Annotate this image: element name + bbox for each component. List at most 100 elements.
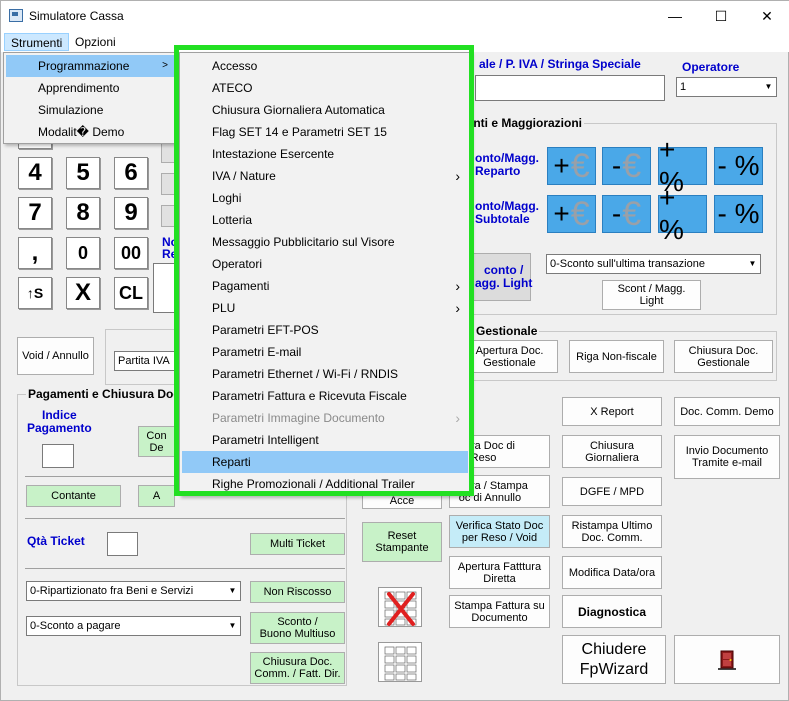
reset-stampante-button[interactable]: Reset Stampante — [362, 522, 442, 562]
maximize-button[interactable]: ☐ — [698, 1, 744, 31]
verifica-stato-doc-button[interactable]: Verifica Stato Doc per Reso / Void — [449, 515, 550, 548]
submenu-item[interactable]: Pagamenti › — [182, 275, 468, 297]
sconto-pagare-combo[interactable]: 0-Sconto a pagare ▼ — [26, 616, 241, 636]
exit-door-button[interactable] — [674, 635, 780, 684]
submenu-item[interactable]: Chiusura Giornaliera Automatica — [182, 99, 468, 121]
submenu-item[interactable]: Operatori — [182, 253, 468, 275]
submenu-item[interactable]: Loghi — [182, 187, 468, 209]
keypad-key-00[interactable]: 00 — [114, 237, 148, 269]
partita-iva-combo[interactable]: Partita IVA — [114, 351, 176, 371]
submenu-item[interactable]: Parametri Intelligent — [182, 429, 468, 451]
plus-pct-reparto-button[interactable]: + % — [658, 134, 707, 197]
light-label: conto / agg. Light — [475, 263, 533, 290]
submenu-item[interactable]: Righe Promozionali / Additional Trailer — [182, 473, 468, 495]
plus-pct-subtotale-button[interactable]: + % — [658, 182, 707, 245]
con-de-button[interactable]: Con De — [138, 426, 175, 457]
chiusura-doc-gestionale-button[interactable]: Chiusura Doc. Gestionale — [674, 340, 773, 373]
invio-documento-email-button[interactable]: Invio Documento Tramite e-mail — [674, 435, 780, 479]
non-riscosso-button[interactable]: Non Riscosso — [250, 581, 345, 603]
multi-ticket-button[interactable]: Multi Ticket — [250, 533, 345, 555]
re-label: Re — [162, 247, 178, 261]
submenu-item[interactable]: Messaggio Pubblicitario sul Visore — [182, 231, 468, 253]
plus-euro-reparto-button[interactable]: + € — [547, 147, 596, 185]
menu-opzioni[interactable]: Opzioni — [69, 33, 122, 51]
submenu-item[interactable]: Parametri Ethernet / Wi-Fi / RNDIS — [182, 363, 468, 385]
app-icon — [9, 9, 23, 22]
gestionale-title: c Gestionale — [464, 324, 540, 338]
submenu-item[interactable]: ATECO — [182, 77, 468, 99]
strumenti-menu: Programmazione > Apprendimento Simulazio… — [3, 52, 179, 144]
calculator-icon[interactable] — [378, 642, 422, 682]
apertura-fattura-diretta-button[interactable]: Apertura Fatttura Diretta — [449, 556, 550, 589]
menu-strumenti[interactable]: Strumenti — [4, 33, 70, 51]
contante-button[interactable]: Contante — [26, 485, 121, 507]
doc-comm-demo-button[interactable]: Doc. Comm. Demo — [674, 397, 780, 426]
submenu-item[interactable]: IVA / Nature › — [182, 165, 468, 187]
menu-item-programmazione[interactable]: Programmazione > — [6, 55, 176, 77]
partial-button-2[interactable] — [161, 173, 175, 195]
partial-button-1[interactable] — [161, 141, 175, 163]
calculator-disabled-icon[interactable] — [378, 587, 422, 627]
keypad-key-7[interactable]: 7 — [18, 197, 52, 229]
chiudere-fpwizard-button[interactable]: Chiudere FpWizard — [562, 635, 666, 684]
modifica-data-ora-button[interactable]: Modifica Data/ora — [562, 556, 662, 589]
menu-item-apprendimento[interactable]: Apprendimento — [6, 77, 176, 99]
keypad-key-9[interactable]: 9 — [114, 197, 148, 229]
keypad-key-shift[interactable]: ↑S — [18, 277, 52, 309]
keypad-key-0[interactable]: 0 — [66, 237, 100, 269]
partial-button-3[interactable] — [161, 205, 175, 227]
keypad-key-comma[interactable]: , — [18, 237, 52, 269]
minus-euro-subtotale-button[interactable]: - € — [602, 195, 651, 233]
menu-item-simulazione[interactable]: Simulazione — [6, 99, 176, 121]
submenu-item-label: Operatori — [212, 257, 263, 271]
x-report-button[interactable]: X Report — [562, 397, 662, 426]
apertura-doc-gestionale-button[interactable]: Apertura Doc. Gestionale — [461, 340, 558, 373]
a-button[interactable]: A — [138, 485, 175, 507]
submenu-item[interactable]: Parametri EFT-POS — [182, 319, 468, 341]
door-exit-icon — [718, 650, 736, 670]
qta-ticket-input[interactable] — [107, 532, 138, 556]
submenu-item[interactable]: Reparti — [182, 451, 468, 473]
submenu-item[interactable]: PLU › — [182, 297, 468, 319]
chiusura-giornaliera-button[interactable]: Chiusura Giornaliera — [562, 435, 662, 468]
dgfe-mpd-button[interactable]: DGFE / MPD — [562, 477, 662, 506]
submenu-item[interactable]: Accesso — [182, 55, 468, 77]
keypad-key-4[interactable]: 4 — [18, 157, 52, 189]
chevron-down-icon: ▼ — [224, 582, 240, 600]
submenu-item[interactable]: Intestazione Esercente — [182, 143, 468, 165]
operatore-combo[interactable]: 1 ▼ — [676, 77, 777, 97]
keypad-key-x[interactable]: X — [66, 277, 100, 309]
sconto-light-combo[interactable]: 0-Sconto sull'ultima transazione ▼ — [546, 254, 761, 274]
minus-pct-subtotale-button[interactable]: - % — [714, 195, 763, 233]
submenu-item[interactable]: Parametri Fattura e Ricevuta Fiscale — [182, 385, 468, 407]
submenu-item-label: Righe Promozionali / Additional Trailer — [212, 477, 415, 491]
submenu-item-label: Messaggio Pubblicitario sul Visore — [212, 235, 395, 249]
menu-item-modalita-demo[interactable]: Modalit� Demo — [6, 121, 176, 143]
close-button[interactable]: ✕ — [744, 1, 789, 31]
submenu-item[interactable]: Parametri Immagine Documento › — [182, 407, 468, 429]
diagnostica-button[interactable]: Diagnostica — [562, 595, 662, 628]
minimize-button[interactable]: — — [652, 1, 698, 31]
riga-non-fiscale-button[interactable]: Riga Non-fiscale — [569, 340, 664, 373]
submenu-item-label: Loghi — [212, 191, 242, 205]
submenu-item[interactable]: Flag SET 14 e Parametri SET 15 — [182, 121, 468, 143]
cf-input[interactable] — [475, 75, 665, 101]
keypad-key-cl[interactable]: CL — [114, 277, 148, 309]
ripartizionato-combo[interactable]: 0-Ripartizionato fra Beni e Servizi ▼ — [26, 581, 241, 601]
stampa-fattura-documento-button[interactable]: Stampa Fattura su Documento — [449, 595, 550, 628]
partial-input[interactable] — [153, 263, 175, 313]
submenu-item[interactable]: Lotteria — [182, 209, 468, 231]
sconto-buono-multiuso-button[interactable]: Sconto / Buono Multiuso — [250, 612, 345, 644]
keypad-key-5[interactable]: 5 — [66, 157, 100, 189]
indice-pagamento-input[interactable] — [42, 444, 74, 468]
minus-pct-reparto-button[interactable]: - % — [714, 147, 763, 185]
ristampa-ultimo-doc-button[interactable]: Ristampa Ultimo Doc. Comm. — [562, 515, 662, 548]
submenu-item[interactable]: Parametri E-mail — [182, 341, 468, 363]
scont-magg-light-button[interactable]: Scont / Magg. Light — [602, 280, 701, 310]
chiusura-doc-comm-button[interactable]: Chiusura Doc. Comm. / Fatt. Dir. — [250, 652, 345, 684]
void-annullo-button[interactable]: Void / Annullo — [17, 337, 94, 375]
keypad-key-8[interactable]: 8 — [66, 197, 100, 229]
keypad-key-6[interactable]: 6 — [114, 157, 148, 189]
minus-euro-reparto-button[interactable]: - € — [602, 147, 651, 185]
plus-euro-subtotale-button[interactable]: + € — [547, 195, 596, 233]
